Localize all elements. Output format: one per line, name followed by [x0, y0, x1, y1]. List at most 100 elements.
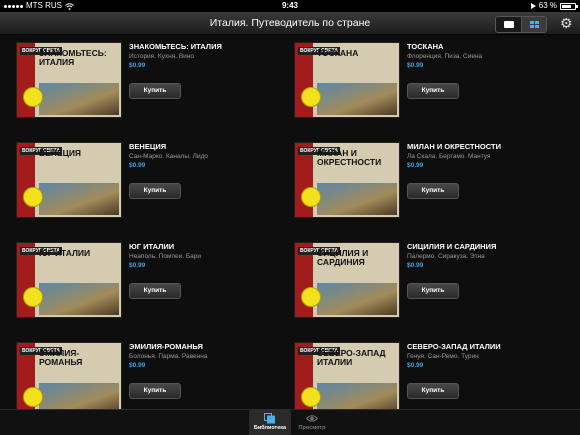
cover-photo — [317, 83, 397, 115]
buy-button[interactable]: Купить — [129, 383, 181, 399]
book-cover[interactable]: ВОКРУГ СВЕТА Эмилия-Романья — [16, 342, 122, 409]
tab-library-label: Библиотека — [253, 425, 287, 431]
cover-sticker — [23, 187, 43, 207]
book-cover[interactable]: ВОКРУГ СВЕТА Знакомьтесь: Италия — [16, 42, 122, 118]
item-price: $0.99 — [407, 262, 424, 269]
item-subtitle: Генуя. Сан-Ремо. Турин — [407, 353, 479, 360]
play-icon — [530, 3, 536, 9]
single-view-icon — [503, 21, 514, 28]
tab-viewer-label: Просмотр — [298, 425, 326, 431]
buy-button[interactable]: Купить — [129, 83, 181, 99]
cover-title: Северо-Запад Италии — [317, 348, 386, 367]
clock: 9:43 — [281, 1, 298, 10]
status-right: 63 % — [530, 0, 578, 12]
item-title: СИЦИЛИЯ И САРДИНИЯ — [407, 242, 497, 251]
book-cover[interactable]: ВОКРУГ СВЕТА Тоскана — [294, 42, 400, 118]
item-info: ЗНАКОМЬТЕСЬ: ИТАЛИЯ История. Кухня. Вино… — [129, 42, 279, 99]
book-cover[interactable]: ВОКРУГ СВЕТА Сицилия и Сардиния — [294, 242, 400, 318]
catalog-item: ВОКРУГ СВЕТА Юг Италии ЮГ ИТАЛИИ Неаполь… — [0, 236, 280, 318]
cover-title: Знакомьтесь: Италия — [39, 48, 107, 67]
cover-sticker — [301, 387, 321, 407]
buy-button[interactable]: Купить — [407, 83, 459, 99]
gear-icon[interactable]: ⚙ — [560, 15, 573, 32]
buy-button[interactable]: Купить — [407, 283, 459, 299]
item-price: $0.99 — [129, 262, 146, 269]
view-mode-switch[interactable] — [495, 16, 547, 33]
item-subtitle: Ла Скала. Бергамо. Мантуя — [407, 153, 491, 160]
cover-title: Милан и окрестности — [317, 148, 382, 167]
catalog-item: ВОКРУГ СВЕТА Милан и окрестности МИЛАН И… — [278, 136, 558, 218]
battery-icon — [560, 2, 578, 10]
item-info: ТОСКАНА Флоренция. Пиза. Сиена $0.99 Куп… — [407, 42, 557, 99]
grid-view-icon — [529, 21, 539, 28]
catalog-item: ВОКРУГ СВЕТА Северо-Запад Италии СЕВЕРО-… — [278, 336, 558, 409]
item-info: СИЦИЛИЯ И САРДИНИЯ Палермо. Сиракуза. Эт… — [407, 242, 557, 299]
buy-button[interactable]: Купить — [407, 383, 459, 399]
catalog-list: ВОКРУГ СВЕТА Знакомьтесь: Италия ЗНАКОМЬ… — [0, 36, 580, 409]
cover-photo — [39, 383, 119, 409]
battery-fill — [562, 4, 571, 8]
catalog-item: ВОКРУГ СВЕТА Сицилия и Сардиния СИЦИЛИЯ … — [278, 236, 558, 318]
battery-percent: 63 % — [538, 1, 557, 10]
item-title: МИЛАН И ОКРЕСТНОСТИ — [407, 142, 501, 151]
cover-photo — [39, 83, 119, 115]
item-info: МИЛАН И ОКРЕСТНОСТИ Ла Скала. Бергамо. М… — [407, 142, 557, 199]
cover-sticker — [23, 287, 43, 307]
item-price: $0.99 — [407, 162, 424, 169]
tab-library[interactable]: Библиотека — [249, 410, 291, 435]
cover-photo — [39, 183, 119, 215]
book-cover[interactable]: ВОКРУГ СВЕТА Северо-Запад Италии — [294, 342, 400, 409]
cover-sticker — [301, 287, 321, 307]
item-title: ВЕНЕЦИЯ — [129, 142, 167, 151]
item-price: $0.99 — [129, 362, 146, 369]
status-bar: MTS RUS 9:43 63 % — [0, 0, 580, 12]
tab-bar: Библиотека Просмотр — [0, 409, 580, 435]
catalog-item: ВОКРУГ СВЕТА Эмилия-Романья ЭМИЛИЯ-РОМАН… — [0, 336, 280, 409]
buy-button[interactable]: Купить — [129, 183, 181, 199]
library-icon — [264, 413, 275, 424]
catalog-item: ВОКРУГ СВЕТА Венеция ВЕНЕЦИЯ Сан-Марко. … — [0, 136, 280, 218]
eye-icon — [306, 415, 318, 422]
item-title: ЮГ ИТАЛИИ — [129, 242, 175, 251]
book-cover[interactable]: ВОКРУГ СВЕТА Милан и окрестности — [294, 142, 400, 218]
page-title: Италия. Путеводитель по стране — [209, 17, 371, 29]
item-title: ЗНАКОМЬТЕСЬ: ИТАЛИЯ — [129, 42, 222, 51]
cover-photo — [317, 183, 397, 215]
cover-sticker — [301, 187, 321, 207]
cover-title: Венеция — [39, 148, 82, 158]
item-price: $0.99 — [407, 362, 424, 369]
cover-sticker — [23, 87, 43, 107]
buy-button[interactable]: Купить — [129, 283, 181, 299]
item-subtitle: Палермо. Сиракуза. Этна — [407, 253, 485, 260]
item-subtitle: Неаполь. Помпеи. Бари — [129, 253, 201, 260]
cover-title: Эмилия-Романья — [39, 348, 83, 367]
item-subtitle: Флоренция. Пиза. Сиена — [407, 53, 483, 60]
item-title: ТОСКАНА — [407, 42, 444, 51]
item-title: СЕВЕРО-ЗАПАД ИТАЛИИ — [407, 342, 501, 351]
item-subtitle: Болонья. Парма. Равенна — [129, 353, 208, 360]
catalog-item: ВОКРУГ СВЕТА Тоскана ТОСКАНА Флоренция. … — [278, 36, 558, 118]
book-cover[interactable]: ВОКРУГ СВЕТА Юг Италии — [16, 242, 122, 318]
cover-photo — [317, 383, 397, 409]
cover-title: Тоскана — [317, 48, 359, 58]
tab-viewer[interactable]: Просмотр — [291, 410, 333, 435]
catalog-item: ВОКРУГ СВЕТА Знакомьтесь: Италия ЗНАКОМЬ… — [0, 36, 280, 118]
item-subtitle: История. Кухня. Вино — [129, 53, 194, 60]
item-info: ЮГ ИТАЛИИ Неаполь. Помпеи. Бари $0.99 Ку… — [129, 242, 279, 299]
cover-title: Сицилия и Сардиния — [317, 248, 369, 267]
cover-title: Юг Италии — [39, 248, 91, 258]
item-title: ЭМИЛИЯ-РОМАНЬЯ — [129, 342, 203, 351]
book-cover[interactable]: ВОКРУГ СВЕТА Венеция — [16, 142, 122, 218]
item-price: $0.99 — [129, 62, 146, 69]
single-view-button[interactable] — [496, 17, 521, 32]
cover-photo — [39, 283, 119, 315]
grid-view-button[interactable] — [521, 17, 546, 32]
navigation-bar: Италия. Путеводитель по стране ⚙ — [0, 12, 580, 35]
buy-button[interactable]: Купить — [407, 183, 459, 199]
item-subtitle: Сан-Марко. Каналы. Лидо — [129, 153, 208, 160]
cover-sticker — [23, 387, 43, 407]
item-info: СЕВЕРО-ЗАПАД ИТАЛИИ Генуя. Сан-Ремо. Тур… — [407, 342, 557, 399]
cover-sticker — [301, 87, 321, 107]
item-price: $0.99 — [129, 162, 146, 169]
cover-photo — [317, 283, 397, 315]
